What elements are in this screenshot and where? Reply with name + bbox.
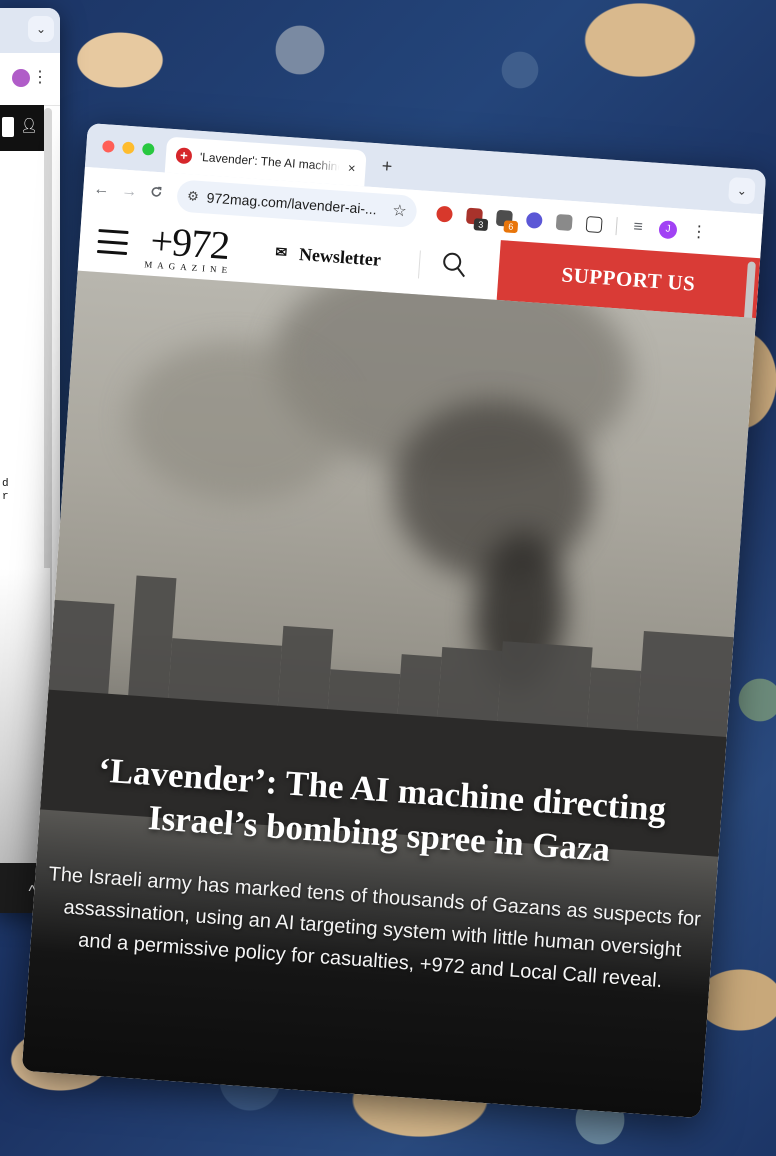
hero-image: ‘Lavender’: The AI machine directing Isr…	[21, 270, 757, 1119]
back-header-block	[2, 117, 14, 137]
back-toolbar: ⋮	[0, 53, 60, 106]
hamburger-line	[98, 228, 129, 235]
newsletter-link[interactable]: ✉ Newsletter	[275, 242, 382, 270]
hamburger-menu-icon[interactable]	[96, 228, 129, 256]
puzzle-extensions-icon[interactable]	[585, 216, 603, 234]
url-text[interactable]: 972mag.com/lavender-ai-...	[206, 189, 385, 217]
site-favicon-icon: +	[175, 147, 193, 165]
reading-list-icon[interactable]: ≡	[630, 218, 645, 237]
profile-avatar[interactable]	[12, 69, 30, 87]
reload-icon	[151, 186, 162, 197]
reload-button[interactable]	[149, 184, 164, 204]
kebab-icon[interactable]: ⋮	[32, 67, 48, 87]
hamburger-line	[97, 239, 128, 245]
extension-badge: 6	[503, 220, 519, 234]
new-tab-button[interactable]: +	[381, 156, 393, 178]
shield-extension-icon[interactable]: 3	[465, 207, 489, 232]
site-info-icon[interactable]: ⚙︎	[187, 188, 200, 205]
search-icon[interactable]	[440, 248, 471, 287]
person-icon[interactable]: 👤︎	[20, 117, 38, 134]
hamburger-line	[96, 249, 128, 256]
search-icon-graphic	[443, 252, 465, 278]
extensions-area: 3 6 ≡ J ⋮	[435, 204, 708, 243]
header-divider	[417, 250, 421, 279]
site-logo[interactable]: +972 MAGAZINE	[144, 218, 235, 276]
chevron-down-icon[interactable]: ⌄	[28, 16, 54, 42]
newsletter-label: Newsletter	[298, 244, 382, 270]
close-window-button[interactable]	[102, 140, 115, 153]
profile-avatar[interactable]: J	[658, 220, 678, 240]
tab-search-dropdown-icon[interactable]: ⌄	[727, 176, 756, 205]
minimize-window-button[interactable]	[121, 141, 135, 155]
back-button[interactable]: ←	[93, 181, 110, 200]
forward-button[interactable]: →	[121, 183, 138, 202]
rainbow-extension-icon[interactable]	[525, 211, 543, 229]
toolbar-separator	[615, 217, 618, 236]
s-extension-icon[interactable]	[435, 205, 454, 223]
back-page-header: 👤︎	[0, 105, 44, 151]
window-controls	[102, 140, 155, 156]
browser-window: + 'Lavender': The AI machine directing ×…	[21, 123, 767, 1119]
bookmark-star-icon[interactable]: ☆	[392, 200, 408, 221]
close-tab-icon[interactable]: ×	[347, 160, 356, 175]
desktop-background: ⌄ ⋮ 👤︎ dr ^ + 'Lavender': The AI machine…	[0, 0, 776, 1156]
mail-icon: ✉	[274, 245, 288, 262]
back-tab-bar: ⌄	[0, 8, 60, 53]
tab-title: 'Lavender': The AI machine directing	[199, 149, 341, 174]
book-extension-icon[interactable]	[555, 213, 573, 232]
kebab-menu-icon[interactable]: ⋮	[690, 221, 707, 242]
back-page-text: dr	[2, 478, 9, 503]
feather-extension-icon[interactable]: 6	[495, 209, 519, 234]
extension-badge: 3	[473, 218, 489, 232]
maximize-window-button[interactable]	[141, 142, 155, 156]
